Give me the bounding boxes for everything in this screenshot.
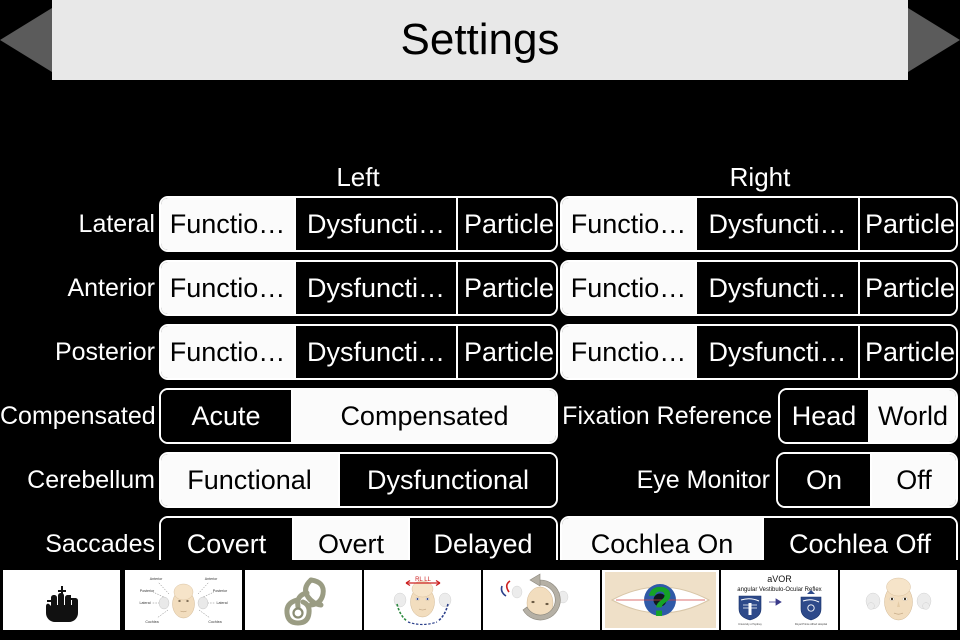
eye-question-thumbnail[interactable]: ?: [602, 570, 719, 630]
head-ears-thumbnail[interactable]: [840, 570, 957, 630]
label-cochlea-left: Cochlea: [145, 620, 158, 624]
crest-left-caption: University of Sydney: [738, 622, 762, 626]
segment-lateral-right-particle[interactable]: Particle: [858, 198, 956, 250]
segment-anterior-left-dysfunctional[interactable]: Dysfuncti…: [294, 262, 456, 314]
row-label-anterior: Anterior: [67, 273, 155, 302]
segment-posterior-left-particle[interactable]: Particle: [456, 326, 556, 378]
segment-anterior-right-functional[interactable]: Functio…: [562, 262, 695, 314]
settings-body: Left Right Lateral Functio… Dysfuncti… P…: [0, 80, 960, 572]
segment-anterior-right-particle[interactable]: Particle: [858, 262, 956, 314]
row-label-lateral: Lateral: [78, 209, 155, 238]
row-eye-monitor: Eye Monitor On Off: [560, 452, 960, 508]
row-label-eye-monitor: Eye Monitor: [636, 465, 770, 494]
segmented-control-anterior-right[interactable]: Functio… Dysfuncti… Particle: [560, 260, 958, 316]
previous-page-arrow-icon[interactable]: [0, 8, 52, 72]
page-title: Settings: [400, 15, 560, 64]
row-label-fixation-reference: Fixation Reference: [562, 401, 772, 430]
head-canals-thumbnail[interactable]: Anterior Anterior Posterior Posterior La…: [125, 570, 242, 630]
segment-eye-monitor-on[interactable]: On: [778, 454, 870, 506]
triangle-left-icon: [0, 8, 52, 72]
row-label-saccades: Saccades: [45, 529, 155, 558]
question-mark-icon: ?: [647, 578, 673, 625]
label-posterior-right: Posterior: [213, 589, 228, 593]
row-posterior-left: Posterior Functio… Dysfuncti… Particle: [0, 324, 560, 380]
segment-anterior-right-dysfunctional[interactable]: Dysfuncti…: [695, 262, 858, 314]
row-anterior-left: Anterior Functio… Dysfuncti… Particle: [0, 260, 560, 316]
segmented-control-posterior-left[interactable]: Functio… Dysfuncti… Particle: [159, 324, 558, 380]
column-header-right: Right: [729, 162, 791, 192]
row-posterior-right: Functio… Dysfuncti… Particle: [560, 324, 960, 380]
label-anterior-left: Anterior: [150, 577, 163, 581]
row-lateral-left: Lateral Functio… Dysfuncti… Particle: [0, 196, 560, 252]
segment-posterior-right-dysfunctional[interactable]: Dysfuncti…: [695, 326, 858, 378]
segmented-control-posterior-right[interactable]: Functio… Dysfuncti… Particle: [560, 324, 958, 380]
segment-lateral-right-functional[interactable]: Functio…: [562, 198, 695, 250]
segment-lateral-left-dysfunctional[interactable]: Dysfuncti…: [294, 198, 456, 250]
segment-cerebellum-functional[interactable]: Functional: [161, 454, 338, 506]
segment-posterior-left-functional[interactable]: Functio…: [161, 326, 294, 378]
segment-acute[interactable]: Acute: [161, 390, 291, 442]
rl-ll-label: RL LL: [415, 577, 431, 583]
university-crest-right: [800, 590, 822, 621]
segmented-control-compensated[interactable]: Acute Compensated: [159, 388, 558, 444]
segment-fixation-head[interactable]: Head: [780, 390, 868, 442]
row-fixation-reference: Fixation Reference Head World: [560, 388, 960, 444]
segmented-control-eye-monitor[interactable]: On Off: [776, 452, 958, 508]
row-anterior-right: Functio… Dysfuncti… Particle: [560, 260, 960, 316]
crest-right-caption: Royal Prince Alfred Hospital: [795, 622, 828, 626]
avor-title: aVOR: [767, 574, 792, 584]
avor-about-thumbnail[interactable]: aVOR angular Vestibulo-Ocular Reflex Uni…: [721, 570, 838, 630]
segment-cerebellum-dysfunctional[interactable]: Dysfunctional: [338, 454, 556, 506]
head-rl-ll-thumbnail[interactable]: RL LL: [364, 570, 481, 630]
segment-compensated[interactable]: Compensated: [291, 390, 556, 442]
next-page-arrow-icon[interactable]: [908, 8, 960, 72]
row-lateral-right: Functio… Dysfuncti… Particle: [560, 196, 960, 252]
segment-fixation-world[interactable]: World: [868, 390, 956, 442]
segmented-control-fixation-reference[interactable]: Head World: [778, 388, 958, 444]
segmented-control-lateral-right[interactable]: Functio… Dysfuncti… Particle: [560, 196, 958, 252]
row-label-cerebellum: Cerebellum: [27, 465, 155, 494]
row-label-posterior: Posterior: [54, 337, 155, 366]
bottom-toolbar: Anterior Anterior Posterior Posterior La…: [0, 560, 960, 640]
row-compensated: Compensated Acute Compensated: [0, 388, 560, 444]
segmented-control-anterior-left[interactable]: Functio… Dysfuncti… Particle: [159, 260, 558, 316]
segment-lateral-left-functional[interactable]: Functio…: [161, 198, 294, 250]
hand-gesture-thumbnail[interactable]: [3, 570, 120, 630]
segmented-control-cerebellum[interactable]: Functional Dysfunctional: [159, 452, 558, 508]
label-cochlea-right: Cochlea: [208, 620, 221, 624]
label-lateral-left: Lateral: [140, 601, 151, 605]
triangle-right-icon: [908, 8, 960, 72]
segment-posterior-right-functional[interactable]: Functio…: [562, 326, 695, 378]
segment-anterior-left-particle[interactable]: Particle: [456, 262, 556, 314]
segment-anterior-left-functional[interactable]: Functio…: [161, 262, 294, 314]
segmented-control-lateral-left[interactable]: Functio… Dysfuncti… Particle: [159, 196, 558, 252]
university-crest-left: [738, 595, 762, 621]
label-posterior-left: Posterior: [140, 589, 155, 593]
column-header-left: Left: [336, 162, 380, 192]
label-lateral-right: Lateral: [217, 601, 228, 605]
segment-lateral-right-dysfunctional[interactable]: Dysfuncti…: [695, 198, 858, 250]
row-cerebellum: Cerebellum Functional Dysfunctional: [0, 452, 560, 508]
segment-lateral-left-particle[interactable]: Particle: [456, 198, 556, 250]
segment-posterior-left-dysfunctional[interactable]: Dysfuncti…: [294, 326, 456, 378]
row-label-compensated: Compensated: [0, 401, 156, 430]
segment-eye-monitor-off[interactable]: Off: [870, 454, 956, 506]
labyrinth-thumbnail[interactable]: [245, 570, 362, 630]
head-rotation-thumbnail[interactable]: [483, 570, 600, 630]
label-anterior-right: Anterior: [205, 577, 218, 581]
segment-posterior-right-particle[interactable]: Particle: [858, 326, 956, 378]
app-header: Settings: [0, 0, 960, 80]
